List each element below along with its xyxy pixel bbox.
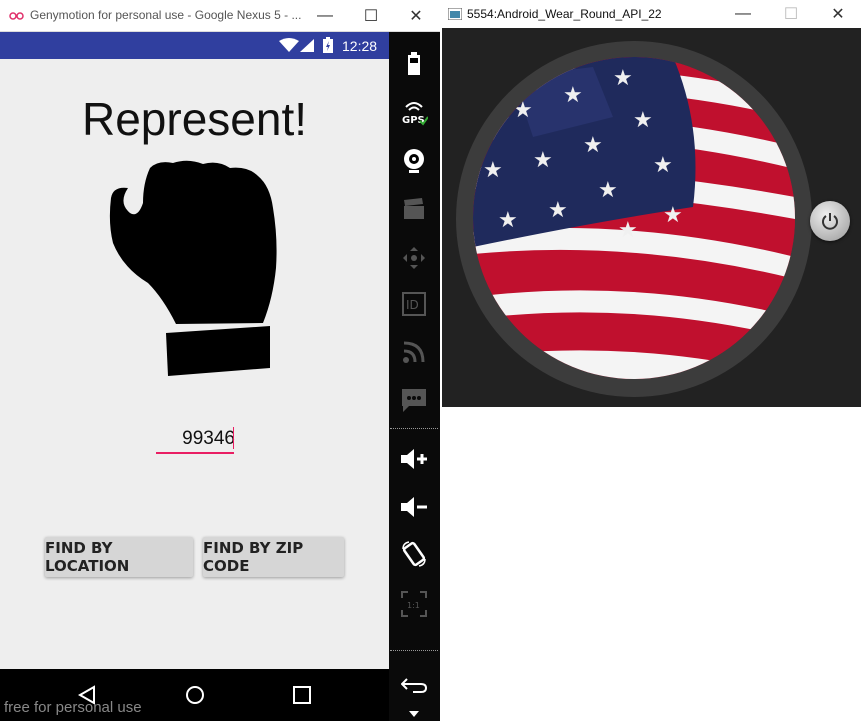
app-title: Represent! <box>81 93 307 145</box>
gps-label: GPS <box>402 115 425 126</box>
device-id-icon: ID <box>402 292 426 316</box>
gps-tool-button[interactable]: GPS <box>397 97 431 131</box>
close-button[interactable]: ✕ <box>393 0 439 32</box>
maximize-button[interactable]: ☐ <box>348 0 394 32</box>
volume-up-icon <box>401 449 427 469</box>
emulator-app-icon <box>448 8 462 20</box>
capture-tool-button[interactable] <box>397 192 431 226</box>
pixel-perfect-label: 1:1 <box>407 601 420 610</box>
find-by-zip-code-button[interactable]: FIND BY ZIP CODE <box>203 537 344 577</box>
id-label: ID <box>406 298 419 312</box>
battery-charging-icon <box>323 37 333 53</box>
id-tool-button[interactable]: ID <box>397 287 431 321</box>
power-icon <box>822 213 838 230</box>
pixel-perfect-button[interactable]: 1:1 <box>397 587 431 621</box>
camera-tool-button[interactable] <box>397 144 431 178</box>
toolbar-separator <box>390 650 438 651</box>
text-cursor <box>233 427 234 449</box>
american-flag-image: ★ ★ ★ ★ ★ ★ ★ ★ ★ ★ ★ ★ ★ <box>473 57 795 379</box>
power-button[interactable] <box>810 201 850 241</box>
volume-up-button[interactable] <box>397 442 431 476</box>
dpad-tool-button[interactable] <box>397 241 431 275</box>
volume-down-icon <box>401 497 427 517</box>
genymotion-titlebar: Genymotion for personal use - Google Nex… <box>0 0 440 32</box>
svg-text:★: ★ <box>598 178 618 203</box>
wear-window-title: 5554:Android_Wear_Round_API_22 <box>467 7 662 21</box>
toolbar-back-button[interactable] <box>397 668 431 702</box>
svg-text:★: ★ <box>533 148 553 173</box>
fist-logo-icon <box>109 160 277 376</box>
svg-text:★: ★ <box>663 203 683 228</box>
rotate-icon <box>402 541 426 567</box>
svg-text:★: ★ <box>653 153 673 178</box>
find-by-location-button[interactable]: FIND BY LOCATION <box>45 537 193 577</box>
toolbar-separator <box>390 428 438 429</box>
pixel-perfect-icon: 1:1 <box>401 591 427 617</box>
window-title: Genymotion for personal use - Google Nex… <box>30 8 302 22</box>
webcam-icon <box>404 149 424 173</box>
message-icon <box>402 389 426 412</box>
watch-face[interactable]: ★ ★ ★ ★ ★ ★ ★ ★ ★ ★ ★ ★ ★ <box>473 57 795 379</box>
gps-icon: GPS <box>402 102 428 126</box>
expand-chevron-icon[interactable] <box>409 711 419 717</box>
wear-maximize-button[interactable]: ☐ <box>768 0 814 28</box>
zip-code-input[interactable]: 99346 <box>160 428 235 450</box>
rotate-button[interactable] <box>397 537 431 571</box>
recents-icon[interactable] <box>293 686 311 704</box>
svg-text:★: ★ <box>498 208 518 233</box>
battery-tool-button[interactable] <box>397 47 431 81</box>
minimize-button[interactable]: — <box>302 0 348 32</box>
svg-text:★: ★ <box>563 83 583 108</box>
home-icon[interactable] <box>185 685 205 705</box>
watermark-text: free for personal use <box>4 699 142 716</box>
cell-signal-icon <box>300 39 314 52</box>
svg-text:★: ★ <box>613 66 633 91</box>
svg-text:★: ★ <box>483 158 503 183</box>
rss-icon <box>403 341 425 363</box>
wifi-icon <box>279 38 299 52</box>
battery-icon <box>408 52 420 75</box>
wear-minimize-button[interactable]: — <box>720 0 766 28</box>
svg-text:★: ★ <box>618 218 638 243</box>
zip-input-underline <box>156 452 234 454</box>
dpad-icon <box>403 247 425 269</box>
network-tool-button[interactable] <box>397 335 431 369</box>
genymotion-logo-icon <box>9 12 24 20</box>
status-time: 12:28 <box>342 38 378 54</box>
svg-text:★: ★ <box>633 108 653 133</box>
volume-down-button[interactable] <box>397 490 431 524</box>
svg-text:★: ★ <box>583 133 603 158</box>
sms-tool-button[interactable] <box>397 383 431 417</box>
wear-close-button[interactable]: ✕ <box>815 0 861 28</box>
return-icon <box>401 678 427 693</box>
svg-text:★: ★ <box>548 198 568 223</box>
clapperboard-icon <box>404 198 424 219</box>
